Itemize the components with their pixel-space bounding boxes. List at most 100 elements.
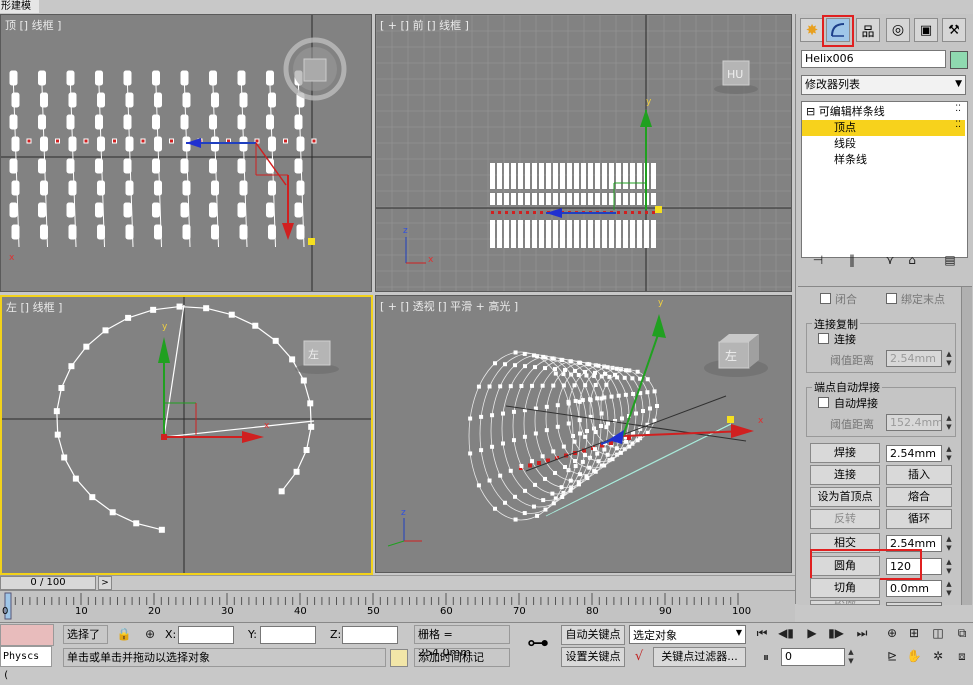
time-next-arrow-icon[interactable]: >: [98, 576, 112, 590]
connect-copy-title: 连接复制: [812, 316, 860, 332]
modifier-list-dropdown[interactable]: 修改器列表 ▼: [801, 75, 966, 95]
key-mode-icon[interactable]: ⏸: [758, 649, 774, 665]
lock-icon[interactable]: 🔒: [116, 626, 132, 642]
stack-dots-icon: ⁚⁚: [955, 104, 961, 114]
viewport-perspective[interactable]: 左 [ + [] 透视 [] 平滑 + 高光 ] y x z: [375, 295, 792, 573]
connect-button[interactable]: 连接: [810, 465, 880, 485]
configure-sets-icon[interactable]: ▤: [942, 252, 958, 268]
bind-end-checkbox[interactable]: [886, 293, 897, 304]
goto-end-icon[interactable]: ⏭: [854, 625, 870, 641]
track-tick-label: 20: [148, 606, 161, 617]
weld-spinner[interactable]: ▲ ▼: [944, 445, 954, 463]
hierarchy-tab[interactable]: 品: [856, 18, 880, 42]
stack-item-vertex[interactable]: 顶点: [802, 120, 965, 136]
stack-item-spline[interactable]: 样条线: [834, 152, 867, 168]
track-bar[interactable]: 0 10 20 30 40 50 60 70 80 90 100: [0, 590, 795, 623]
time-slider[interactable]: 0 / 100 >: [0, 575, 795, 591]
auto-key-button[interactable]: 自动关键点: [561, 625, 625, 645]
zoom-all-icon[interactable]: ⊞: [906, 625, 922, 641]
frame-spinner[interactable]: ▲ ▼: [846, 648, 856, 666]
display-tab[interactable]: ▣: [914, 18, 938, 42]
fillet-highlight: [810, 549, 922, 580]
set-key-button[interactable]: 设置关键点: [561, 647, 625, 667]
chamfer-button[interactable]: 切角: [810, 578, 880, 598]
orbit-icon[interactable]: ✲: [930, 648, 946, 664]
maxscript-mini-field[interactable]: Physcs (: [0, 646, 52, 681]
outline-button[interactable]: 轮廓: [810, 600, 880, 605]
make-first-button[interactable]: 设为首顶点: [810, 487, 880, 507]
viewcube-persp-text: 左: [725, 348, 737, 363]
axis-label-x: x: [9, 253, 15, 263]
pin-stack-icon[interactable]: ⊣: [810, 252, 826, 268]
auto-weld-checkbox[interactable]: [818, 397, 829, 408]
close-checkbox[interactable]: [820, 293, 831, 304]
axis-label-y-front: y: [646, 97, 652, 107]
threshold-field-1[interactable]: 2.54mm: [886, 350, 942, 367]
zoom-extents-all-icon[interactable]: ⧉: [954, 625, 970, 641]
viewport-label-persp[interactable]: [ + [] 透视 [] 平滑 + 高光 ]: [380, 298, 518, 314]
stack-root[interactable]: ⊟ 可编辑样条线: [806, 104, 885, 120]
insert-button[interactable]: 插入: [886, 465, 952, 485]
motion-tab[interactable]: ◎: [886, 18, 910, 42]
z-coord-field[interactable]: [342, 626, 398, 644]
utilities-tab[interactable]: ⚒: [942, 18, 966, 42]
cross-spinner[interactable]: ▲ ▼: [944, 535, 954, 553]
viewport-left[interactable]: 左 左 [] 线框 ] y x: [0, 295, 373, 575]
reverse-button[interactable]: 反转: [810, 509, 880, 529]
fuse-button[interactable]: 熔合: [886, 487, 952, 507]
maximize-viewport-icon[interactable]: ⧈: [954, 648, 970, 664]
axis-label-y-persp: y: [658, 298, 664, 308]
weld-value-field[interactable]: 2.54mm: [886, 445, 942, 462]
play-icon[interactable]: ▶: [804, 625, 820, 641]
zoom-icon[interactable]: ⊕: [884, 625, 900, 641]
viewport-label-front[interactable]: [ + [] 前 [] 线框 ]: [380, 17, 469, 33]
threshold-spinner-1[interactable]: ▲ ▼: [944, 350, 954, 368]
pan-hand-icon[interactable]: ✋: [906, 648, 922, 664]
cycle-button[interactable]: 循环: [886, 509, 952, 529]
time-tag-icon[interactable]: [390, 649, 408, 667]
next-frame-icon[interactable]: ▮▶: [828, 625, 844, 641]
fillet-spinner[interactable]: ▲ ▼: [944, 558, 954, 576]
stack-item-segment[interactable]: 线段: [834, 136, 856, 152]
goto-start-icon[interactable]: ⏮: [754, 625, 770, 641]
modifier-stack[interactable]: ⊟ 可编辑样条线 顶点 线段 样条线 ⁚⁚ ⁚⁚: [801, 101, 968, 258]
make-unique-icon[interactable]: ⋎: [882, 252, 898, 268]
add-time-tag[interactable]: 添加时间标记: [414, 648, 510, 667]
weld-button[interactable]: 焊接: [810, 443, 880, 463]
key-filters-button[interactable]: 关键点过滤器...: [653, 647, 746, 667]
curve-icon[interactable]: √: [629, 647, 649, 667]
remove-modifier-icon[interactable]: ⌂: [904, 252, 920, 268]
threshold-field-2[interactable]: 152.4mm: [886, 414, 942, 431]
rollout-scroll-area[interactable]: 闭合 绑定末点 连接复制 连接 阈值距离 2.54mm ▲ ▼ 端点自动焊接 自动…: [798, 286, 972, 606]
viewport-label-left[interactable]: 左 [] 线框 ]: [6, 299, 62, 315]
prev-frame-icon[interactable]: ◀▮: [778, 625, 794, 641]
y-coord-field[interactable]: [260, 626, 316, 644]
sun-icon: ✸: [805, 21, 819, 39]
current-frame-field[interactable]: 0: [781, 648, 845, 666]
zoom-extents-icon[interactable]: ◫: [930, 625, 946, 641]
viewport-top[interactable]: 顶 [] 线框 ] x: [0, 14, 372, 292]
absolute-mode-icon[interactable]: ⊕: [142, 626, 158, 642]
modify-tab-highlight: [822, 15, 854, 47]
field-of-view-icon[interactable]: ⊵: [884, 648, 900, 664]
viewport-label-top[interactable]: 顶 [] 线框 ]: [5, 17, 61, 33]
viewport-front[interactable]: HU [ + [] 前 [] 线框 ] y z x: [375, 14, 792, 292]
connect-checkbox[interactable]: [818, 333, 829, 344]
time-slider-thumb[interactable]: 0 / 100: [0, 576, 96, 590]
show-end-result-icon[interactable]: ‖: [844, 252, 860, 268]
auto-weld-label: 自动焊接: [834, 397, 878, 410]
outline-value-field[interactable]: 0.0mm: [886, 602, 942, 606]
track-tick-label: 0: [2, 606, 9, 617]
object-color-swatch[interactable]: [950, 51, 968, 69]
x-coord-field[interactable]: [178, 626, 234, 644]
object-name-field[interactable]: Helix006: [801, 50, 946, 68]
threshold-spinner-2[interactable]: ▲ ▼: [944, 414, 954, 432]
create-tab[interactable]: ✸: [800, 18, 824, 42]
chamfer-value-field[interactable]: 0.0mm: [886, 580, 942, 597]
chamfer-spinner[interactable]: ▲ ▼: [944, 580, 954, 598]
selected-object-dropdown[interactable]: 选定对象 ▼: [629, 625, 746, 644]
panel-scrollbar[interactable]: [961, 287, 972, 605]
maxscript-listener[interactable]: [0, 624, 54, 646]
key-icon[interactable]: ⊶: [520, 629, 556, 661]
hammer-icon: ⚒: [948, 22, 960, 38]
